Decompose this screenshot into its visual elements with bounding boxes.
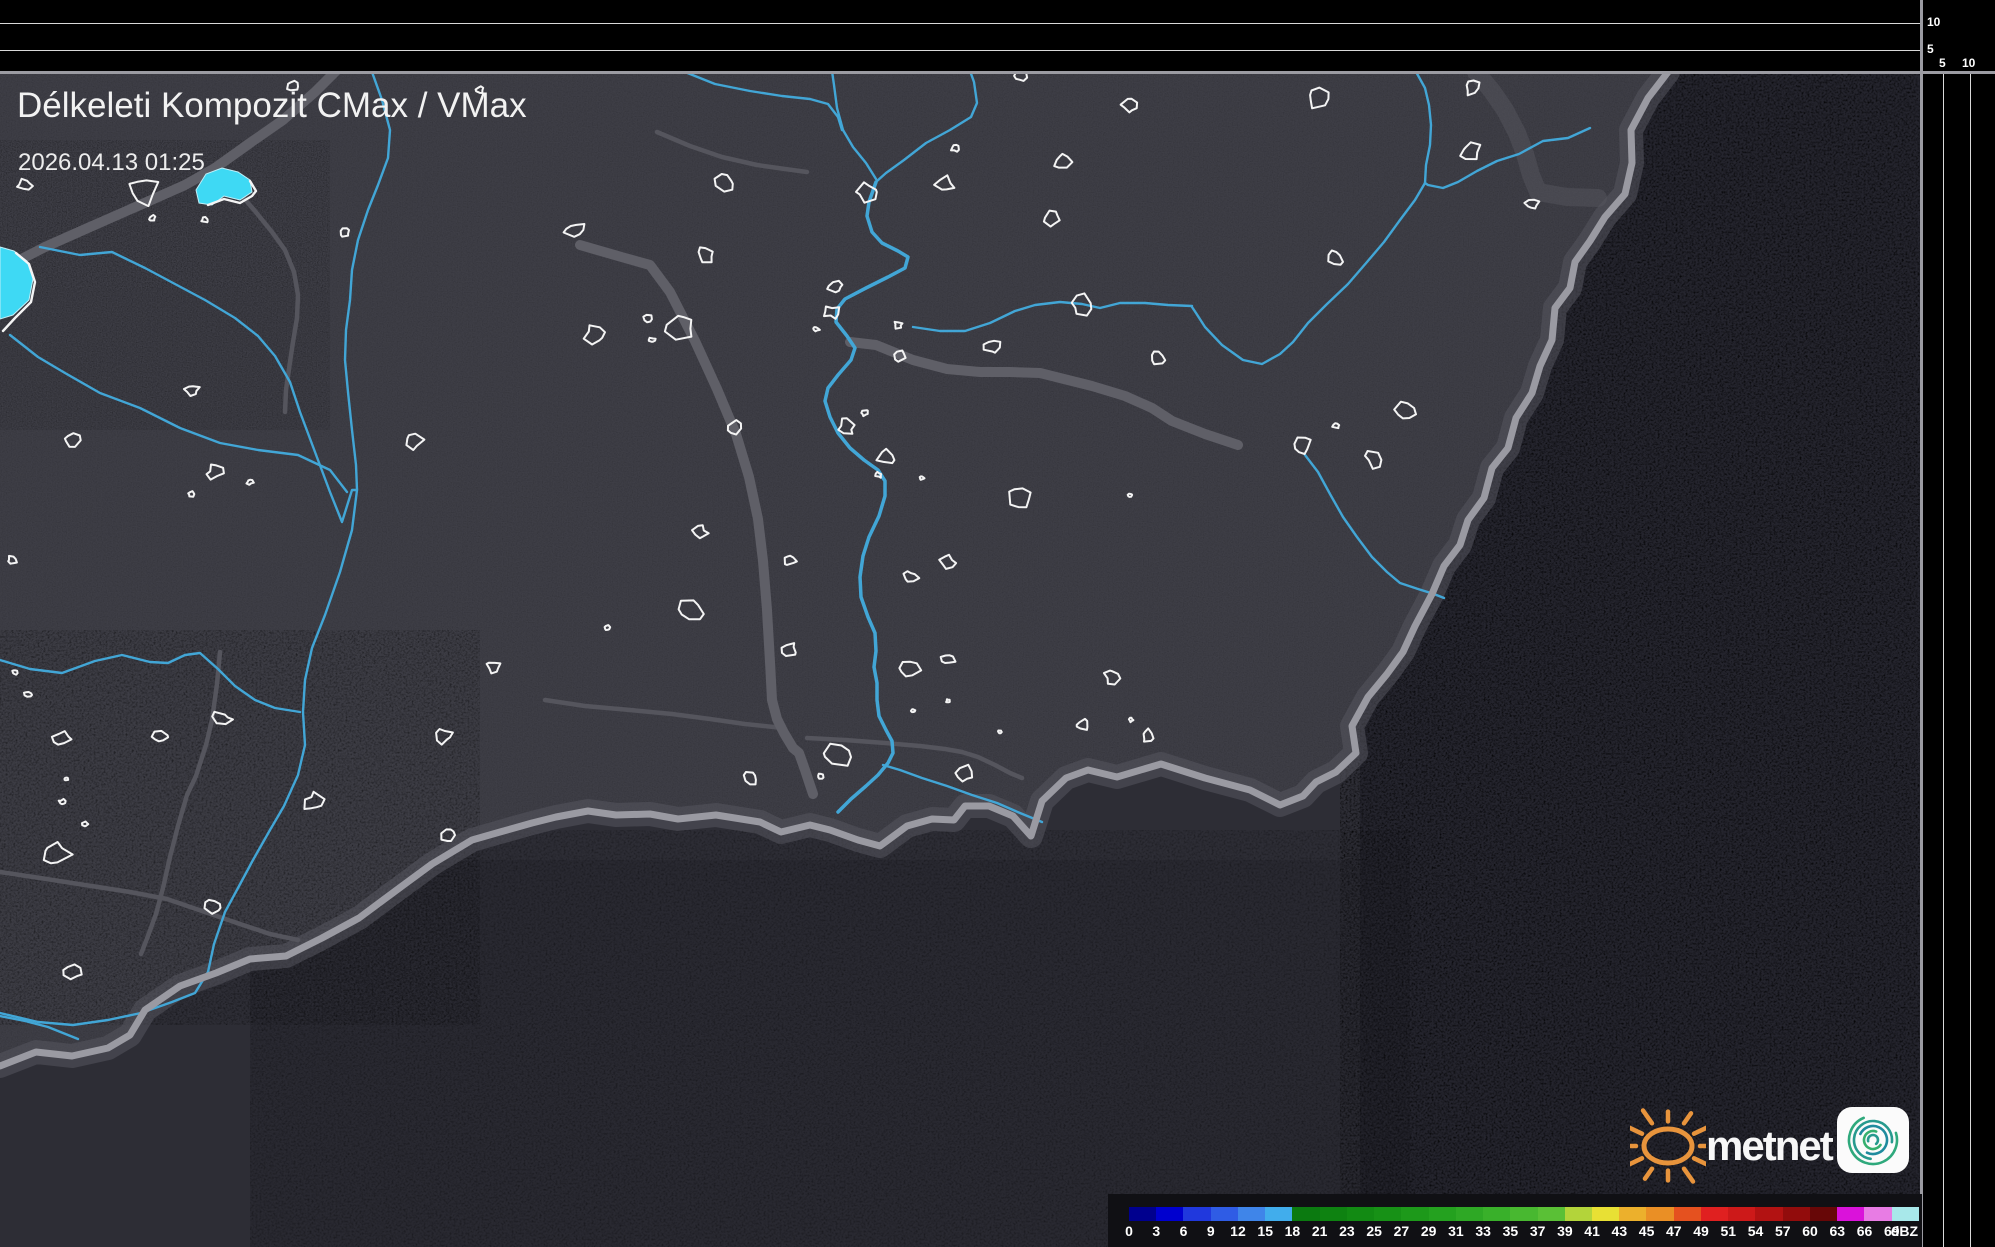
dbz-tick: 6 (1180, 1223, 1188, 1239)
dbz-segment (1129, 1207, 1156, 1221)
height-line-10km-right (1970, 73, 1971, 1247)
dbz-tick: 57 (1775, 1223, 1791, 1239)
dbz-legend: 0 3 6 9 12 15 18 21 23 25 27 29 31 33 35 37 39 41 43 45 47 49… (1108, 1194, 1922, 1247)
dbz-tick: 49 (1693, 1223, 1709, 1239)
height-line-10km-top (0, 23, 1921, 24)
dbz-segment (1238, 1207, 1265, 1221)
dbz-unit-label: dBZ (1891, 1223, 1918, 1239)
dbz-segment (1483, 1207, 1510, 1221)
dbz-segment (1810, 1207, 1837, 1221)
metnet-logo: metnet (1630, 1090, 1920, 1190)
axis-label-right-5: 5 (1939, 57, 1946, 69)
dbz-segment (1347, 1207, 1374, 1221)
dbz-segment (1783, 1207, 1810, 1221)
height-line-5km-top (0, 50, 1921, 51)
dbz-tick: 0 (1125, 1223, 1133, 1239)
dbz-tick: 25 (1366, 1223, 1382, 1239)
dbz-segment (1646, 1207, 1673, 1221)
dbz-segment (1156, 1207, 1183, 1221)
timestamp: 2026.04.13 01:25 (18, 149, 205, 177)
dbz-segment (1538, 1207, 1565, 1221)
height-line-5km-right (1943, 73, 1944, 1247)
dbz-tick: 9 (1207, 1223, 1215, 1239)
dbz-segment (1728, 1207, 1755, 1221)
dbz-segment (1755, 1207, 1782, 1221)
radar-map (0, 72, 1922, 1247)
cross-section-frame-vertical (1920, 0, 1923, 1247)
dbz-tick: 41 (1584, 1223, 1600, 1239)
vertical-cross-section-right-panel (1922, 0, 1995, 1247)
dbz-tick: 15 (1257, 1223, 1273, 1239)
metnet-wordmark: metnet (1706, 1122, 1832, 1170)
dbz-tick: 27 (1394, 1223, 1410, 1239)
settlement (946, 699, 950, 702)
dbz-tick: 66 (1857, 1223, 1873, 1239)
dbz-segment (1320, 1207, 1347, 1221)
dbz-tick: 12 (1230, 1223, 1246, 1239)
dbz-segment (1619, 1207, 1646, 1221)
dbz-tick: 33 (1475, 1223, 1491, 1239)
dbz-segment (1565, 1207, 1592, 1221)
dbz-tick: 23 (1339, 1223, 1355, 1239)
axis-label-top-5: 5 (1927, 43, 1934, 55)
dbz-segment (1892, 1207, 1919, 1221)
metnet-app-icon (1836, 1106, 1910, 1174)
dbz-tick: 21 (1312, 1223, 1328, 1239)
dbz-tick: 54 (1748, 1223, 1764, 1239)
dbz-tick: 3 (1152, 1223, 1160, 1239)
dbz-tick: 47 (1666, 1223, 1682, 1239)
dbz-tick: 35 (1503, 1223, 1519, 1239)
dbz-tick: 29 (1421, 1223, 1437, 1239)
dbz-tick: 63 (1829, 1223, 1845, 1239)
dbz-segment (1510, 1207, 1537, 1221)
dbz-segment (1674, 1207, 1701, 1221)
dbz-segment (1401, 1207, 1428, 1221)
axis-label-top-10: 10 (1927, 16, 1940, 28)
vertical-cross-section-top-panel (0, 0, 1995, 72)
dbz-tick: 37 (1530, 1223, 1546, 1239)
dbz-color-bar (1129, 1207, 1919, 1221)
radar-screenshot: 10 5 5 10 Délkeleti Kompozit CMax / VMax… (0, 0, 1995, 1247)
dbz-segment (1429, 1207, 1456, 1221)
dbz-segment (1183, 1207, 1210, 1221)
dbz-segment (1292, 1207, 1319, 1221)
axis-label-right-10: 10 (1962, 57, 1975, 69)
dbz-tick: 43 (1612, 1223, 1628, 1239)
page-title: Délkeleti Kompozit CMax / VMax (17, 86, 527, 126)
dbz-segment (1211, 1207, 1238, 1221)
dbz-segment (1701, 1207, 1728, 1221)
dbz-segment (1456, 1207, 1483, 1221)
dbz-tick: 31 (1448, 1223, 1464, 1239)
dbz-tick: 45 (1639, 1223, 1655, 1239)
dbz-segment (1837, 1207, 1864, 1221)
dbz-segment (1864, 1207, 1891, 1221)
dbz-tick: 39 (1557, 1223, 1573, 1239)
sun-icon (1630, 1090, 1706, 1190)
dbz-segment (1592, 1207, 1619, 1221)
dbz-tick: 18 (1285, 1223, 1301, 1239)
dbz-tick: 60 (1802, 1223, 1818, 1239)
dbz-segment (1374, 1207, 1401, 1221)
dbz-tick: 51 (1721, 1223, 1737, 1239)
dbz-tick-labels: 0369121518212325272931333537394143454749… (1129, 1223, 1919, 1243)
dbz-segment (1265, 1207, 1292, 1221)
cross-section-frame-horizontal (0, 71, 1995, 74)
